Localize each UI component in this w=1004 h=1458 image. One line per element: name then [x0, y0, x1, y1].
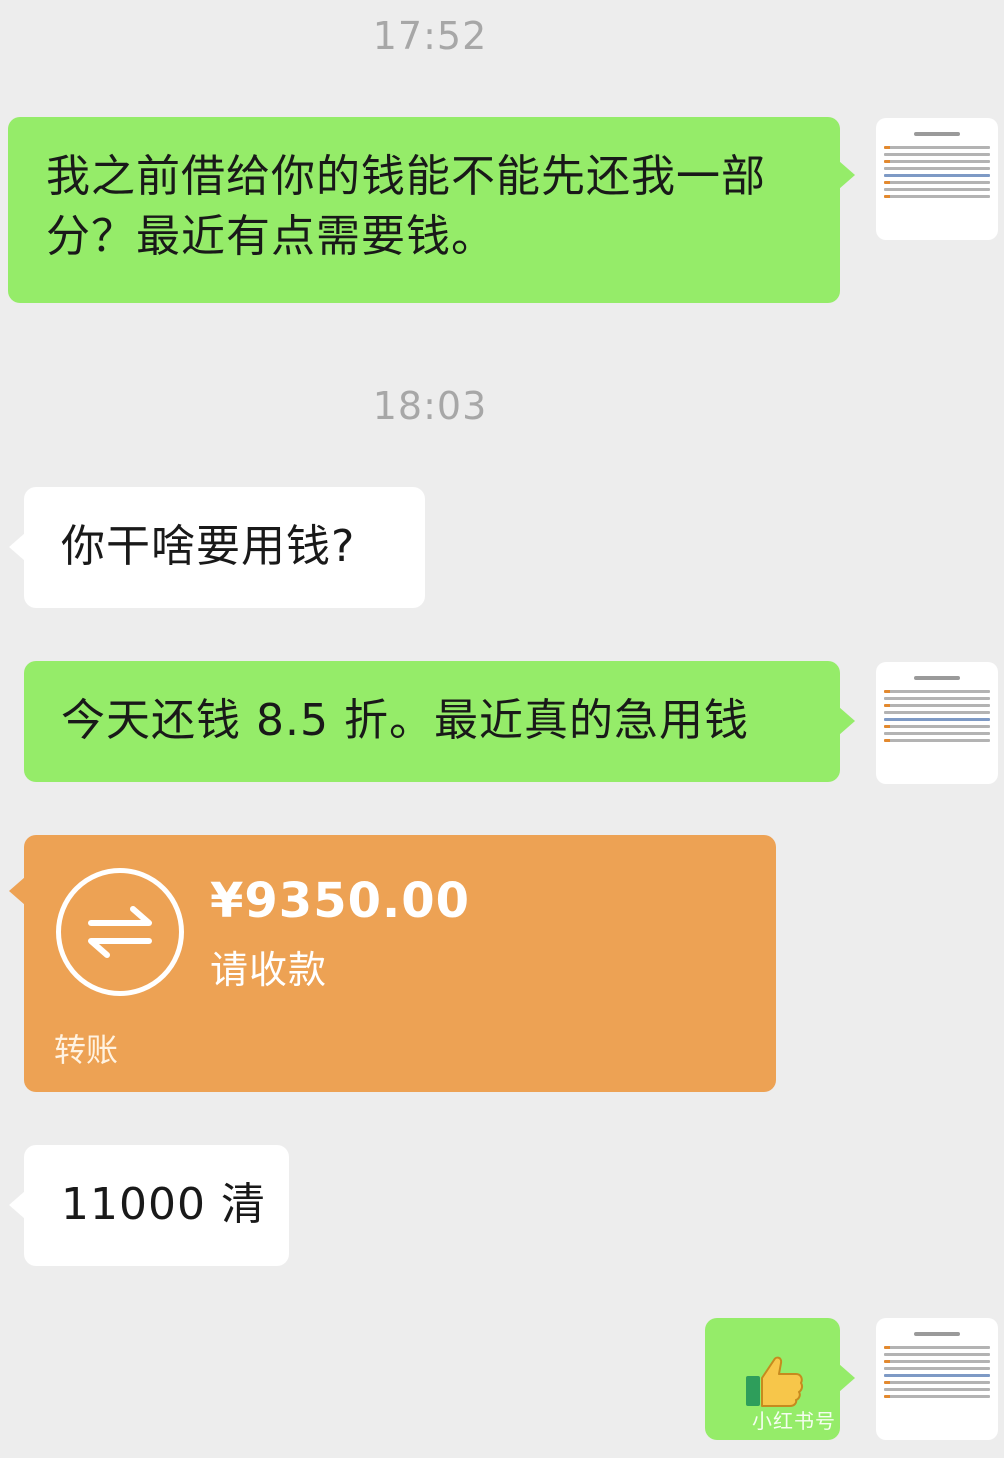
- message-bubble-received[interactable]: 你干啥要用钱?: [9, 487, 425, 608]
- message-bubble-sent[interactable]: 我之前借给你的钱能不能先还我一部分？最近有点需要钱。: [8, 117, 855, 303]
- my-avatar[interactable]: [876, 1318, 998, 1440]
- bubble-tail: [839, 707, 855, 735]
- transfer-icon: [56, 868, 184, 996]
- thumbs-up-icon: [746, 1356, 804, 1407]
- message-text: 你干啥要用钱?: [61, 521, 356, 572]
- transfer-card[interactable]: ¥9350.00 请收款 转账: [9, 835, 776, 1092]
- bubble-tail: [839, 1364, 855, 1392]
- my-avatar[interactable]: [876, 118, 998, 240]
- timestamp-1803: 18:03: [372, 384, 488, 428]
- transfer-label: 转账: [54, 1031, 119, 1069]
- bubble-tail: [9, 877, 25, 905]
- watermark: 小红书号: [752, 1409, 836, 1433]
- bubble-tail: [839, 161, 855, 189]
- bubble-tail: [9, 533, 25, 561]
- bubble-tail: [9, 1191, 25, 1219]
- message-text: 11000 清: [61, 1179, 266, 1230]
- message-text: 今天还钱 8.5 折。最近真的急用钱: [61, 695, 749, 746]
- message-text: 我之前借给你的钱能不能先还我一部分？最近有点需要钱。: [46, 151, 766, 262]
- my-avatar[interactable]: [876, 662, 998, 784]
- message-bubble-sent[interactable]: 今天还钱 8.5 折。最近真的急用钱: [24, 661, 855, 782]
- transfer-status: 请收款: [210, 948, 328, 992]
- transfer-amount: ¥9350.00: [210, 873, 471, 929]
- message-bubble-received[interactable]: 11000 清: [9, 1145, 289, 1266]
- timestamp-1752: 17:52: [372, 14, 488, 58]
